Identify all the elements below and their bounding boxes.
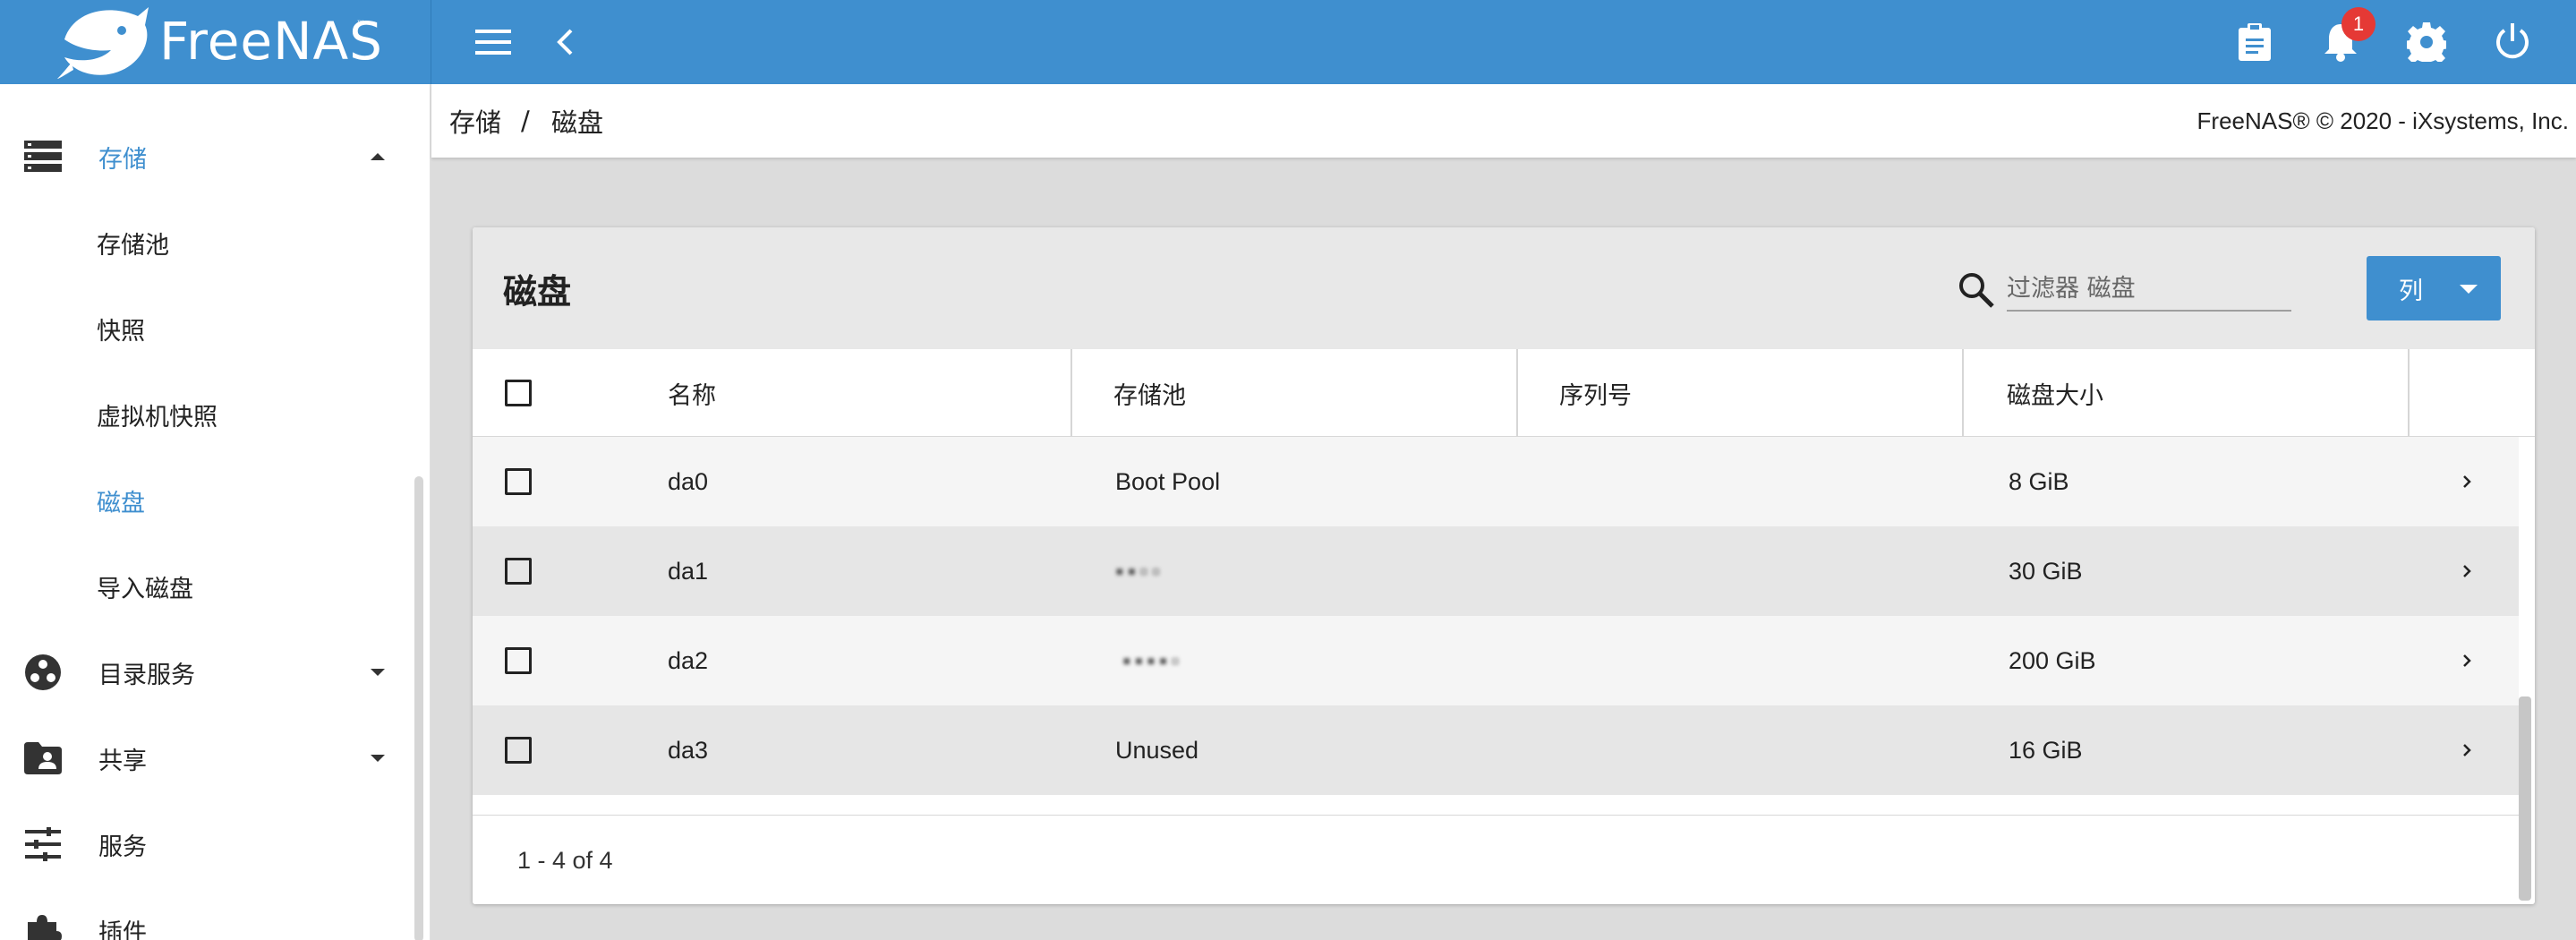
table-row[interactable]: da1 ▪▪▫▫ 30 GiB bbox=[473, 526, 2519, 616]
cell-size: 200 GiB bbox=[2009, 646, 2096, 674]
expand-row-chevron-icon[interactable] bbox=[2458, 741, 2476, 759]
partial-nav-icon bbox=[23, 84, 63, 93]
collapse-sidebar-button[interactable] bbox=[542, 20, 587, 64]
cell-name: da2 bbox=[668, 646, 709, 674]
cell-size: 16 GiB bbox=[2009, 736, 2083, 764]
table-footer: 1 - 4 of 4 bbox=[473, 815, 2519, 904]
columns-button-label: 列 bbox=[2399, 277, 2423, 305]
column-header-size[interactable]: 磁盘大小 bbox=[2007, 349, 2103, 437]
row-checkbox[interactable] bbox=[505, 647, 532, 674]
sidebar-item-storage[interactable]: 存储 bbox=[0, 114, 417, 200]
sidebar-item-label: 虚拟机快照 bbox=[97, 403, 218, 432]
sidebar-item-sharing[interactable]: 共享 bbox=[0, 715, 417, 801]
share-folder-icon bbox=[23, 739, 63, 778]
hamburger-menu-icon bbox=[475, 30, 511, 55]
notification-count-badge: 1 bbox=[2341, 7, 2376, 41]
expand-row-chevron-icon[interactable] bbox=[2458, 652, 2476, 670]
sidebar-item-label: 共享 bbox=[98, 747, 147, 775]
brand[interactable]: FreeNAS ™ bbox=[0, 0, 431, 84]
sidebar-item-import-disk[interactable]: 导入磁盘 bbox=[0, 543, 417, 629]
chevron-left-icon bbox=[557, 29, 573, 56]
table-scrollbar[interactable] bbox=[2519, 696, 2531, 901]
table-row[interactable]: da2 ▪▪▪▪▫ 200 GiB bbox=[473, 616, 2519, 705]
row-checkbox[interactable] bbox=[505, 558, 532, 585]
caret-down-icon bbox=[371, 669, 385, 676]
filter-input[interactable] bbox=[2007, 267, 2291, 312]
select-all-checkbox[interactable] bbox=[505, 380, 532, 406]
table-row[interactable]: da3 Unused 16 GiB bbox=[473, 705, 2519, 795]
table-body: da0 Boot Pool 8 GiB da1 ▪▪▫▫ 30 GiB da2 … bbox=[473, 437, 2519, 795]
sidebar-item-disks[interactable]: 磁盘 bbox=[0, 457, 417, 543]
settings-button[interactable] bbox=[2404, 20, 2449, 64]
clipboard-icon bbox=[2239, 23, 2271, 61]
columns-button[interactable]: 列 bbox=[2367, 256, 2501, 320]
cell-size: 30 GiB bbox=[2009, 557, 2083, 585]
top-toolbar: FreeNAS ™ 1 bbox=[0, 0, 2576, 84]
plugin-puzzle-icon bbox=[23, 910, 63, 940]
caret-down-icon bbox=[371, 755, 385, 762]
breadcrumb-separator: / bbox=[521, 106, 530, 136]
disks-card: 磁盘 列 名称 存储池 序列号 磁盘大小 da0 Boot Pool 8 GiB… bbox=[473, 227, 2535, 904]
gear-icon bbox=[2407, 22, 2446, 62]
sidebar-item-label: 存储 bbox=[98, 145, 147, 174]
app-name: FreeNAS bbox=[159, 11, 383, 72]
sidebar-item-label: 插件 bbox=[98, 919, 147, 940]
column-header-pool[interactable]: 存储池 bbox=[1113, 349, 1186, 437]
cell-name: da1 bbox=[668, 557, 709, 585]
column-divider[interactable] bbox=[2408, 349, 2410, 437]
sidebar-item-snapshots[interactable]: 快照 bbox=[0, 286, 417, 372]
directory-services-icon bbox=[23, 653, 63, 692]
task-manager-button[interactable] bbox=[2232, 20, 2277, 64]
card-header: 磁盘 列 bbox=[473, 227, 2535, 349]
power-button[interactable] bbox=[2490, 20, 2535, 64]
expand-row-chevron-icon[interactable] bbox=[2458, 473, 2476, 491]
column-header-serial[interactable]: 序列号 bbox=[1559, 349, 1632, 437]
column-divider[interactable] bbox=[1070, 349, 1072, 437]
services-tune-icon bbox=[23, 825, 63, 864]
caret-down-icon bbox=[2460, 285, 2478, 294]
breadcrumb-bar: 存储 / 磁盘 FreeNAS® © 2020 - iXsystems, Inc… bbox=[431, 84, 2576, 158]
cell-pool: Boot Pool bbox=[1115, 467, 1221, 495]
sidebar-item-label: 存储池 bbox=[97, 231, 169, 260]
sidebar-item-label: 服务 bbox=[98, 833, 147, 861]
card-title: 磁盘 bbox=[503, 271, 572, 312]
trademark: ™ bbox=[356, 20, 365, 30]
power-icon bbox=[2496, 23, 2529, 59]
sidebar-item-services[interactable]: 服务 bbox=[0, 801, 417, 887]
sidebar-item-plugins[interactable]: 插件 bbox=[0, 887, 417, 940]
storage-icon bbox=[23, 137, 63, 176]
sidebar: 存储 存储池 快照 虚拟机快照 磁盘 导入磁盘 目录服务 共享 服务 插件 bbox=[0, 84, 431, 940]
sidebar-item-label: 目录服务 bbox=[98, 661, 195, 689]
table-header: 名称 存储池 序列号 磁盘大小 bbox=[473, 349, 2535, 437]
pagination-range: 1 - 4 of 4 bbox=[517, 846, 613, 874]
row-checkbox[interactable] bbox=[505, 737, 532, 764]
sidebar-item-label: 导入磁盘 bbox=[97, 575, 193, 603]
breadcrumb-current: 磁盘 bbox=[551, 107, 604, 138]
sidebar-item-vm-snapshots[interactable]: 虚拟机快照 bbox=[0, 372, 417, 457]
freenas-shark-logo bbox=[57, 7, 149, 79]
cell-pool-redacted: ▪▪▪▪▫ bbox=[1122, 646, 1183, 674]
sidebar-scrollbar[interactable] bbox=[414, 476, 423, 940]
cell-pool: Unused bbox=[1115, 736, 1199, 764]
cell-name: da3 bbox=[668, 736, 709, 764]
column-header-name[interactable]: 名称 bbox=[668, 349, 716, 437]
expand-row-chevron-icon[interactable] bbox=[2458, 562, 2476, 580]
menu-toggle-button[interactable] bbox=[471, 20, 516, 64]
breadcrumb-parent[interactable]: 存储 bbox=[449, 84, 501, 158]
row-checkbox[interactable] bbox=[505, 468, 532, 495]
column-divider[interactable] bbox=[1516, 349, 1518, 437]
cell-name: da0 bbox=[668, 467, 709, 495]
table-row[interactable]: da0 Boot Pool 8 GiB bbox=[473, 437, 2519, 526]
cell-pool-redacted: ▪▪▫▫ bbox=[1115, 557, 1164, 585]
search-icon bbox=[1959, 273, 1994, 308]
cell-size: 8 GiB bbox=[2009, 467, 2069, 495]
sidebar-item-label: 磁盘 bbox=[97, 489, 145, 517]
sidebar-item-directory-services[interactable]: 目录服务 bbox=[0, 629, 417, 715]
copyright-text: FreeNAS® © 2020 - iXsystems, Inc. bbox=[2196, 107, 2569, 134]
sidebar-item-pools[interactable]: 存储池 bbox=[0, 200, 417, 286]
column-divider[interactable] bbox=[1962, 349, 1964, 437]
sidebar-item-label: 快照 bbox=[97, 317, 145, 346]
caret-up-icon bbox=[371, 153, 385, 160]
